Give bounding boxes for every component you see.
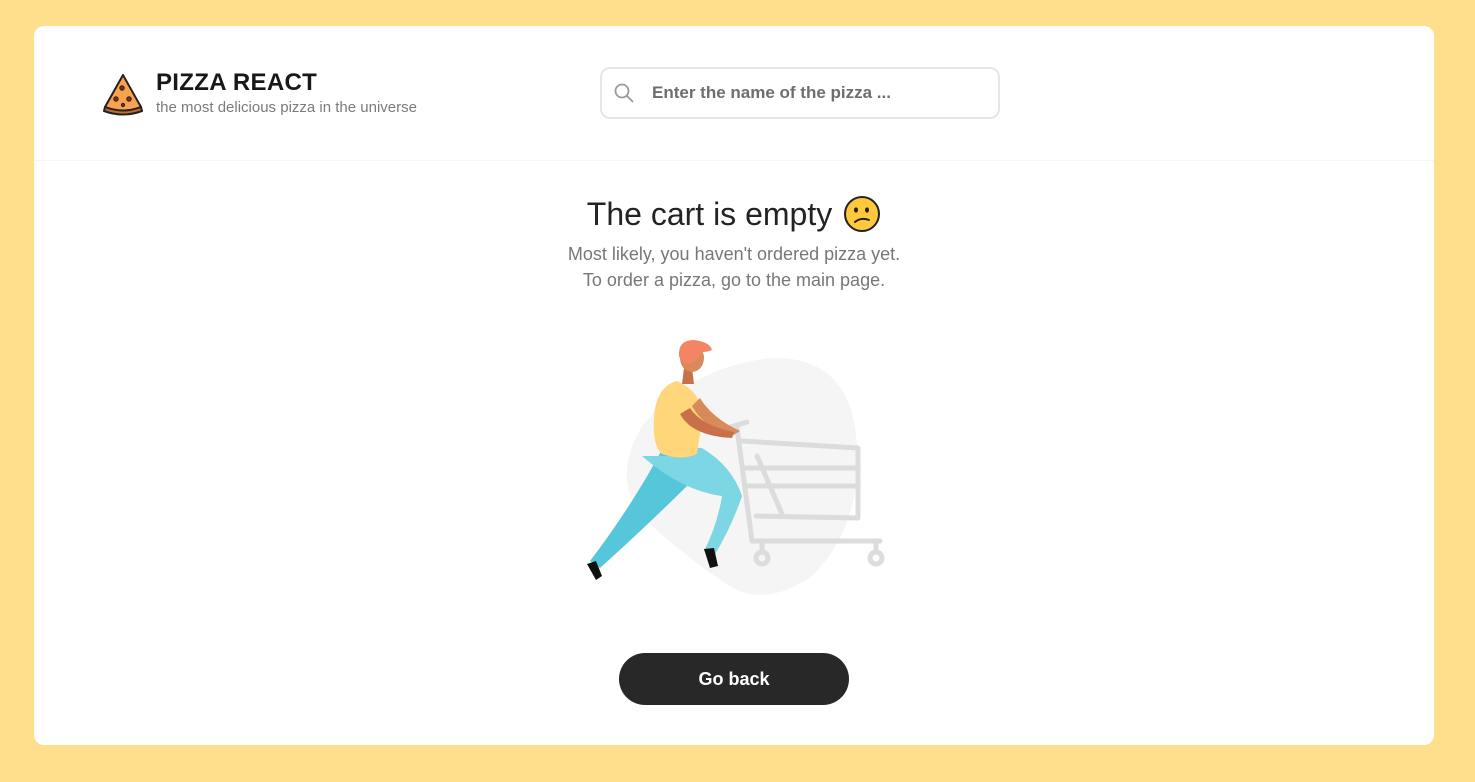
go-back-button[interactable]: Go back [619, 653, 849, 705]
logo-text: PIZZA REACT the most delicious pizza in … [156, 69, 417, 117]
confused-face-icon [844, 196, 881, 232]
page-card: PIZZA REACT the most delicious pizza in … [34, 26, 1434, 745]
pizza-slice-icon [103, 74, 143, 116]
logo-title: PIZZA REACT [156, 69, 318, 96]
logo-subtitle: the most delicious pizza in the universe [156, 99, 417, 116]
search-box [600, 67, 1000, 119]
cart-empty-title-text: The cart is empty [586, 196, 833, 232]
logo[interactable]: PIZZA REACT the most delicious pizza in … [102, 70, 417, 116]
search-icon [614, 83, 634, 103]
cart-empty-title: The cart is empty [587, 194, 881, 234]
cart-empty-description: Most likely, you haven't ordered pizza y… [34, 241, 1434, 293]
header: PIZZA REACT the most delicious pizza in … [34, 26, 1434, 161]
shopping-cart-illustration [587, 340, 885, 595]
cart-empty: The cart is empty Most likely, you haven… [34, 194, 1434, 293]
cart-empty-line-1: Most likely, you haven't ordered pizza y… [567, 244, 901, 264]
cart-empty-line-2: To order a pizza, go to the main page. [582, 270, 886, 290]
search-input[interactable] [652, 69, 982, 117]
